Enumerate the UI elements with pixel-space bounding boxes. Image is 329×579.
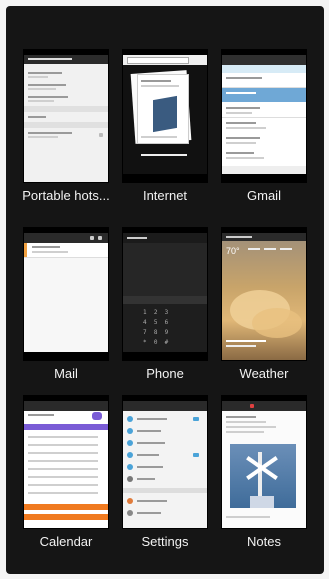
app-label-calendar: Calendar — [39, 534, 93, 549]
portable-hotspot-thumbnail — [24, 50, 108, 182]
recent-apps-screen: Portable hots... Internet Gmail Mail 1 2… — [6, 6, 324, 574]
internet-thumbnail — [123, 50, 207, 182]
app-label-mail: Mail — [54, 366, 78, 381]
mail-thumbnail — [24, 228, 108, 360]
app-label-internet: Internet — [142, 188, 188, 203]
app-label-gmail: Gmail — [247, 188, 281, 203]
gmail-thumbnail — [222, 50, 306, 182]
app-label-weather: Weather — [239, 366, 289, 381]
app-label-notes: Notes — [247, 534, 281, 549]
app-label-phone: Phone — [146, 366, 184, 381]
settings-thumbnail — [123, 396, 207, 528]
app-label-portable-hotspot: Portable hots... — [22, 188, 110, 203]
phone-thumbnail: 1 2 3 4 5 6 7 8 9 * 0 # — [123, 228, 207, 360]
notes-thumbnail — [222, 396, 306, 528]
weather-thumbnail: 70° — [222, 228, 306, 360]
calendar-thumbnail — [24, 396, 108, 528]
app-label-settings: Settings — [141, 534, 189, 549]
